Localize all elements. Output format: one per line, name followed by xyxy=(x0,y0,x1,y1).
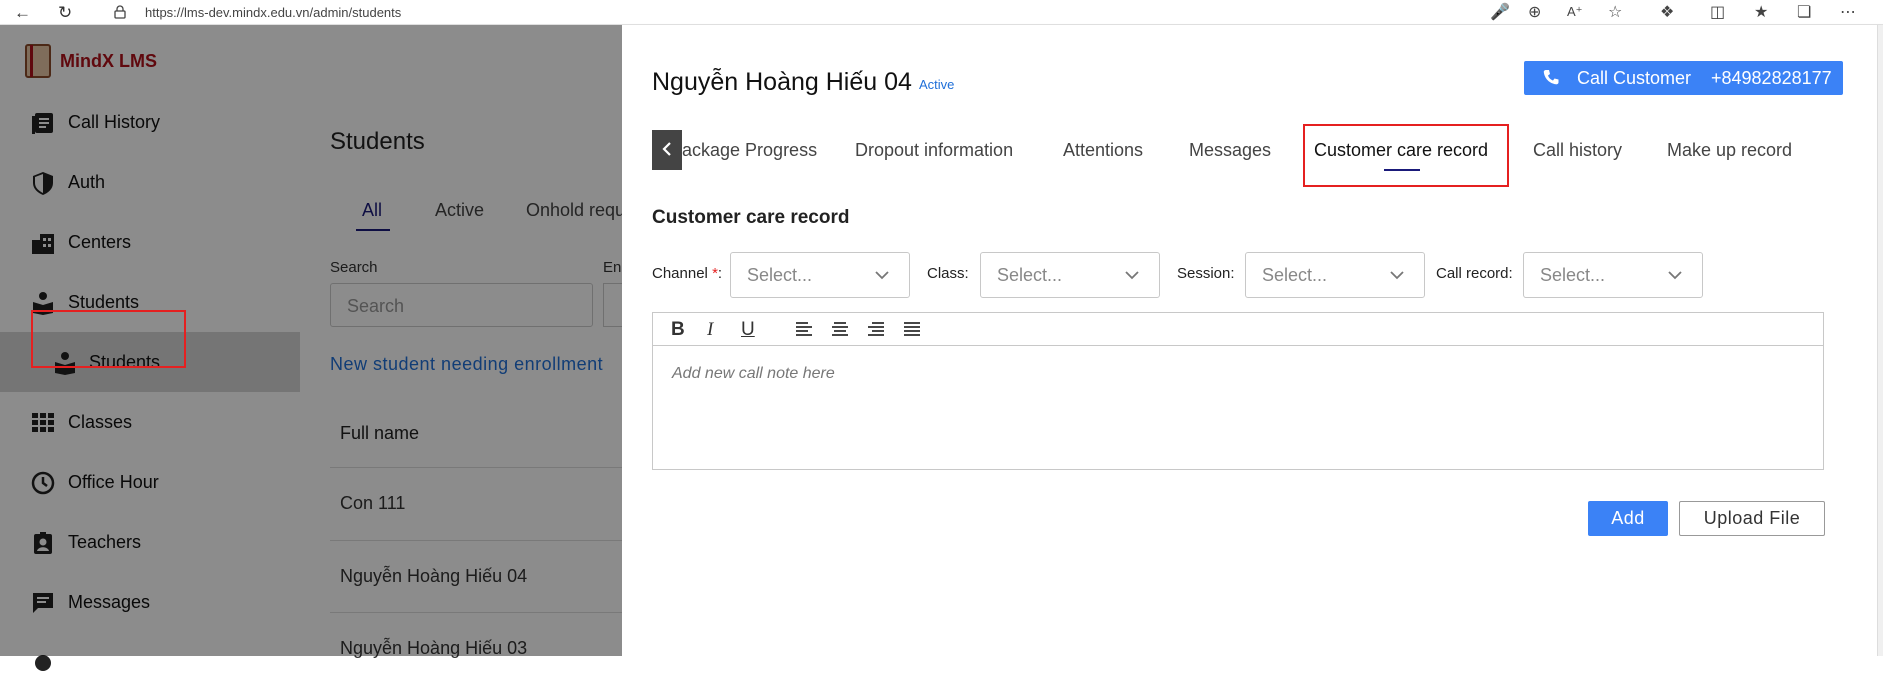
highlight-box xyxy=(31,310,186,368)
label-colon: : xyxy=(717,265,723,282)
read-aloud-icon[interactable]: A⁺ xyxy=(1567,4,1583,20)
channel-select[interactable]: Select... xyxy=(730,252,910,298)
session-select-placeholder: Select... xyxy=(1262,265,1328,285)
class-select[interactable]: Select... xyxy=(980,252,1160,298)
collections-icon[interactable]: ❏ xyxy=(1797,2,1811,22)
call-record-select-placeholder: Select... xyxy=(1540,265,1606,285)
session-select[interactable]: Select... xyxy=(1245,252,1425,298)
bold-button[interactable]: B xyxy=(671,319,685,341)
italic-button[interactable]: I xyxy=(707,319,713,341)
tab-messages[interactable]: Messages xyxy=(1189,140,1271,161)
class-label: Class: xyxy=(927,265,969,282)
class-select-placeholder: Select... xyxy=(997,265,1063,285)
back-arrow-icon[interactable]: ← xyxy=(14,3,31,23)
tabs-scroll-left-button[interactable] xyxy=(652,130,682,170)
lock-icon xyxy=(114,5,126,19)
section-title: Customer care record xyxy=(652,207,850,228)
reload-icon[interactable]: ↻ xyxy=(58,3,72,23)
student-detail-drawer: Nguyễn Hoàng Hiếu 04 Active Call Custome… xyxy=(622,25,1877,656)
tab-attentions[interactable]: Attentions xyxy=(1063,140,1143,161)
microphone-icon[interactable]: 🎤 xyxy=(1490,2,1510,22)
chevron-left-icon xyxy=(662,142,671,156)
more-icon[interactable]: ⋯ xyxy=(1840,2,1856,22)
call-record-select[interactable]: Select... xyxy=(1523,252,1703,298)
scrollbar[interactable] xyxy=(1877,25,1883,656)
editor-placeholder: Add new call note here xyxy=(672,365,835,382)
call-customer-button[interactable]: Call Customer +84982828177 xyxy=(1524,61,1843,95)
phone-icon xyxy=(1543,70,1559,85)
align-center-icon[interactable] xyxy=(831,322,849,336)
upload-file-button[interactable]: Upload File xyxy=(1679,501,1825,536)
chevron-down-icon xyxy=(1125,271,1139,280)
underline-button[interactable]: U xyxy=(741,319,755,341)
browser-toolbar: ← ↻ https://lms-dev.mindx.edu.vn/admin/s… xyxy=(0,0,1883,25)
favorites-icon[interactable]: ★ xyxy=(1754,2,1768,22)
student-name: Nguyễn Hoàng Hiếu 04 xyxy=(652,68,912,96)
chevron-down-icon xyxy=(875,271,889,280)
zoom-icon[interactable]: ⊕ xyxy=(1528,2,1541,22)
call-record-label: Call record: xyxy=(1436,265,1513,282)
favorite-star-icon[interactable]: ☆ xyxy=(1608,2,1622,22)
chevron-down-icon xyxy=(1668,271,1682,280)
align-right-icon[interactable] xyxy=(867,322,885,336)
channel-label-text: Channel xyxy=(652,265,708,282)
add-button[interactable]: Add xyxy=(1588,501,1668,536)
extensions-icon[interactable]: ❖ xyxy=(1660,2,1674,22)
call-customer-label: Call Customer xyxy=(1577,68,1692,88)
call-note-editor[interactable]: B I U Add new call note here xyxy=(652,312,1824,470)
phone-number: +84982828177 xyxy=(1711,68,1832,88)
tab-package-progress[interactable]: ackage Progress xyxy=(682,140,817,161)
address-bar[interactable]: https://lms-dev.mindx.edu.vn/admin/stude… xyxy=(145,5,401,20)
channel-select-placeholder: Select... xyxy=(747,265,813,285)
align-justify-icon[interactable] xyxy=(903,322,921,336)
channel-label: Channel *: xyxy=(652,265,722,282)
editor-toolbar: B I U xyxy=(653,313,1823,346)
tab-call-history[interactable]: Call history xyxy=(1533,140,1622,161)
align-left-icon[interactable] xyxy=(795,322,813,336)
highlight-box xyxy=(1303,124,1509,187)
tab-make-up-record[interactable]: Make up record xyxy=(1667,140,1792,161)
tab-dropout-information[interactable]: Dropout information xyxy=(855,140,1013,161)
split-screen-icon[interactable]: ◫ xyxy=(1710,2,1725,22)
status-badge: Active xyxy=(919,77,955,92)
session-label: Session: xyxy=(1177,265,1235,282)
chevron-down-icon xyxy=(1390,271,1404,280)
